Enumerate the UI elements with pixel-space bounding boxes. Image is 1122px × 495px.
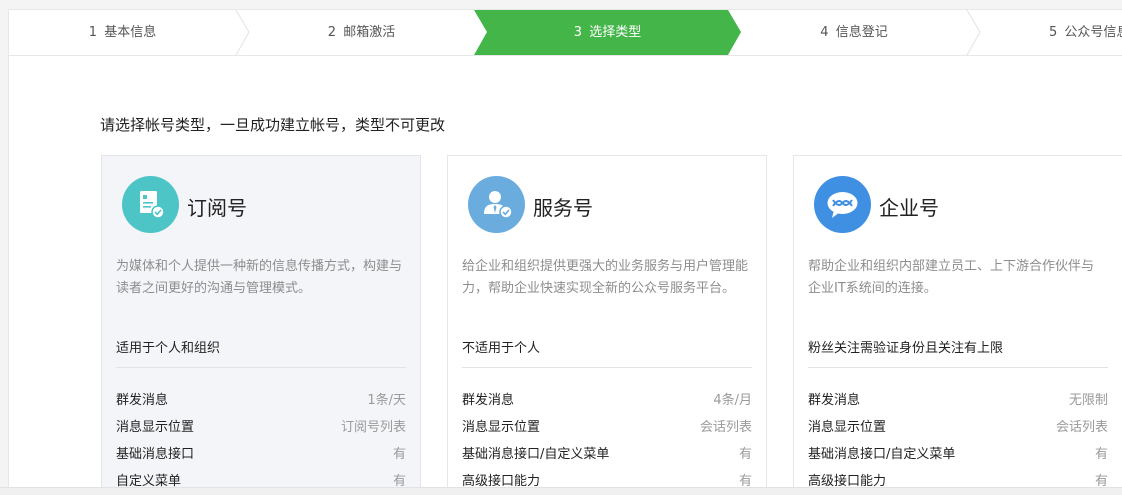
- step-label: 选择类型: [589, 25, 642, 40]
- feature-value: 4条/月: [713, 393, 752, 408]
- card-scope: 粉丝关注需验证身份且关注有上限: [808, 341, 1004, 356]
- step-label: 基本信息: [104, 25, 157, 40]
- feature-value: 有: [738, 447, 752, 462]
- feature-row: 消息显示位置 订阅号列表: [116, 416, 406, 443]
- feature-row: 基础消息接口 有: [116, 443, 406, 470]
- feature-row: 基础消息接口/自定义菜单 有: [808, 443, 1108, 470]
- feature-value: 无限制: [1068, 393, 1108, 408]
- feature-row: 基础消息接口/自定义菜单 有: [462, 443, 752, 470]
- account-type-card-subscription[interactable]: 订阅号 为媒体和个人提供一种新的信息传播方式，构建与读者之间更好的沟通与管理模式…: [101, 155, 421, 495]
- feature-name: 基础消息接口/自定义菜单: [462, 447, 610, 462]
- step-number: 3: [573, 25, 583, 40]
- step-3-active: 3 选择类型: [487, 10, 728, 55]
- feature-name: 群发消息: [462, 393, 515, 408]
- card-title: 服务号: [533, 196, 593, 220]
- card-description: 给企业和组织提供更强大的业务服务与用户管理能力，帮助企业快速实现全新的公众号服务…: [462, 259, 749, 296]
- card-title: 订阅号: [187, 196, 247, 220]
- account-type-card-service[interactable]: 服务号 给企业和组织提供更强大的业务服务与用户管理能力，帮助企业快速实现全新的公…: [447, 155, 767, 495]
- feature-value: 有: [1094, 447, 1108, 462]
- step-label: 信息登记: [835, 25, 888, 40]
- feature-value: 会话列表: [699, 420, 752, 435]
- feature-row: 群发消息 无限制: [808, 389, 1108, 416]
- step-2: 2 邮箱激活: [249, 10, 474, 55]
- feature-list: 群发消息 4条/月 消息显示位置 会话列表 基础消息接口/自定义菜单有 高级接口能力…: [462, 389, 752, 495]
- feature-name: 群发消息: [116, 393, 169, 408]
- feature-name: 消息显示位置: [808, 420, 887, 435]
- person-check-icon: [468, 176, 525, 233]
- feature-row: 消息显示位置 会话列表: [462, 416, 752, 443]
- step-label: 邮箱激活: [343, 25, 396, 40]
- feature-name: 基础消息接口/自定义菜单: [808, 447, 956, 462]
- step-4: 4 信息登记: [741, 10, 967, 55]
- card-divider: [462, 367, 752, 368]
- feature-name: 群发消息: [808, 393, 861, 408]
- feature-list: 群发消息 无限制 消息显示位置 会话列表 基础消息接口/自定义菜单有 高级接口能力有: [808, 389, 1108, 495]
- card-divider: [116, 367, 406, 368]
- step-5: 5 公众号信息: [1049, 10, 1122, 55]
- feature-value: 有: [392, 447, 406, 462]
- steps-bar: 1 基本信息 2 邮箱激活 3 选择类型 4 信息登记 5 公众号信息: [9, 10, 1122, 56]
- page-heading: 请选择帐号类型，一旦成功建立帐号，类型不可更改: [100, 116, 446, 134]
- feature-name: 消息显示位置: [462, 420, 541, 435]
- step-1: 1 基本信息: [9, 10, 236, 55]
- card-divider: [808, 367, 1108, 368]
- feature-name: 基础消息接口: [116, 447, 195, 462]
- card-title: 企业号: [879, 196, 939, 220]
- card-description: 为媒体和个人提供一种新的信息传播方式，构建与读者之间更好的沟通与管理模式。: [116, 259, 403, 296]
- card-scope: 不适用于个人: [462, 341, 541, 356]
- feature-value: 1条/天: [367, 393, 406, 408]
- step-number: 1: [88, 25, 98, 40]
- account-type-card-enterprise[interactable]: 企业号 帮助企业和组织内部建立员工、上下游合作伙伴与企业IT系统间的连接。 粉丝…: [793, 155, 1122, 495]
- step-number: 2: [327, 25, 337, 40]
- document-check-icon: [122, 176, 179, 233]
- feature-row: 消息显示位置 会话列表: [808, 416, 1108, 443]
- chat-bubble-icon: [814, 176, 871, 233]
- step-number: 5: [1049, 25, 1058, 40]
- feature-row: 群发消息 4条/月: [462, 389, 752, 416]
- feature-value: 订阅号列表: [340, 420, 406, 435]
- step-label: 公众号信息: [1064, 25, 1122, 40]
- registration-page: 1 基本信息 2 邮箱激活 3 选择类型 4 信息登记 5 公众号信息 请选择帐…: [8, 9, 1122, 495]
- card-scope: 适用于个人和组织: [116, 341, 221, 356]
- feature-row: 群发消息 1条/天: [116, 389, 406, 416]
- feature-name: 消息显示位置: [116, 420, 195, 435]
- card-description: 帮助企业和组织内部建立员工、上下游合作伙伴与企业IT系统间的连接。: [808, 259, 1095, 296]
- feature-list: 群发消息 1条/天 消息显示位置 订阅号列表 基础消息接口有 自定义菜单有: [116, 389, 406, 495]
- step-number: 4: [820, 25, 829, 40]
- feature-value: 会话列表: [1055, 420, 1108, 435]
